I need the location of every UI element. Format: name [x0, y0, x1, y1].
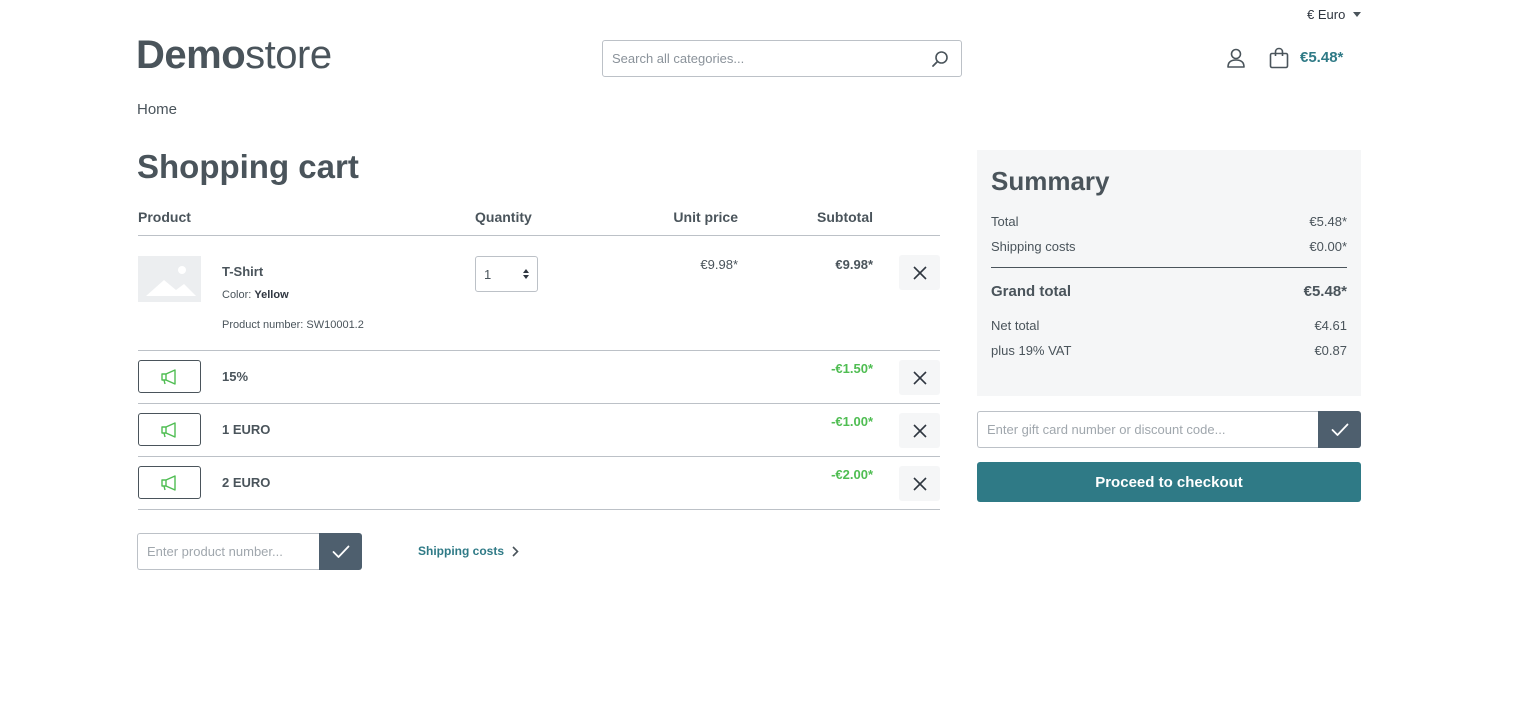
- cart-total[interactable]: €5.48*: [1300, 49, 1343, 66]
- promotion-icon-box: [138, 466, 201, 499]
- promotion-icon-box: [138, 413, 201, 446]
- gift-card-input[interactable]: [977, 411, 1319, 448]
- megaphone-icon: [160, 474, 176, 491]
- product-subtotal: €9.98*: [835, 257, 873, 272]
- divider: [138, 403, 940, 404]
- remove-promotion-button[interactable]: [899, 466, 940, 501]
- promotion-label: 2 EURO: [222, 475, 271, 490]
- checkmark-icon: [1331, 423, 1348, 436]
- megaphone-icon: [160, 368, 176, 385]
- remove-promotion-button[interactable]: [899, 360, 940, 395]
- checkmark-icon: [332, 545, 349, 558]
- logo[interactable]: Demostore: [136, 33, 332, 77]
- divider: [138, 350, 940, 351]
- column-header-quantity: Quantity: [475, 209, 532, 225]
- summary-title: Summary: [991, 166, 1110, 196]
- summary-row-grand-total: Grand total €5.48*: [991, 283, 1347, 300]
- summary-total-value: €5.48*: [1309, 214, 1347, 229]
- promotion-label: 15%: [222, 369, 249, 384]
- product-color-label: Color:: [222, 289, 255, 301]
- search-input[interactable]: [603, 51, 925, 66]
- summary-net-total-label: Net total: [991, 318, 1040, 333]
- cart-icon[interactable]: [1267, 46, 1291, 70]
- summary-row-vat: plus 19% VAT €0.87: [991, 343, 1347, 358]
- logo-bold-text: Demo: [136, 33, 246, 77]
- summary-row-net-total: Net total €4.61: [991, 318, 1347, 333]
- close-icon: [912, 370, 927, 385]
- summary-divider: [991, 267, 1347, 268]
- account-icon[interactable]: [1224, 46, 1248, 70]
- promotion-amount: -€1.00*: [831, 414, 873, 429]
- promotion-amount: -€1.50*: [831, 361, 873, 376]
- column-header-product: Product: [138, 209, 191, 225]
- summary-vat-value: €0.87: [1314, 343, 1347, 358]
- logo-light-text: store: [245, 33, 332, 77]
- summary-shipping-label: Shipping costs: [991, 239, 1076, 254]
- close-icon: [912, 423, 927, 438]
- add-product-button[interactable]: [319, 533, 362, 570]
- select-arrows-icon: [523, 269, 529, 279]
- summary-shipping-value: €0.00*: [1309, 239, 1347, 254]
- summary-net-total-value: €4.61: [1314, 318, 1347, 333]
- promotion-amount: -€2.00*: [831, 467, 873, 482]
- chevron-right-icon: [512, 545, 519, 557]
- proceed-to-checkout-button[interactable]: Proceed to checkout: [977, 462, 1361, 502]
- page-title: Shopping cart: [137, 148, 359, 185]
- column-header-unit-price: Unit price: [673, 209, 738, 225]
- search-bar: [602, 40, 962, 77]
- remove-promotion-button[interactable]: [899, 413, 940, 448]
- shipping-costs-link[interactable]: Shipping costs: [418, 544, 519, 558]
- summary-grand-total-value: €5.48*: [1303, 283, 1347, 300]
- summary-vat-label: plus 19% VAT: [991, 343, 1072, 358]
- quantity-select[interactable]: 1: [475, 256, 538, 292]
- summary-row-total: Total €5.48*: [991, 214, 1347, 229]
- currency-selector[interactable]: € Euro: [1307, 7, 1362, 22]
- apply-code-button[interactable]: [1318, 411, 1361, 448]
- divider: [138, 235, 940, 236]
- product-color-value: Yellow: [254, 289, 289, 301]
- product-unit-price: €9.98*: [700, 257, 738, 272]
- breadcrumb-home[interactable]: Home: [137, 101, 177, 118]
- search-icon[interactable]: [925, 44, 955, 74]
- product-number: Product number: SW10001.2: [222, 319, 364, 331]
- divider: [138, 509, 940, 510]
- shipping-costs-label: Shipping costs: [418, 544, 505, 558]
- product-name[interactable]: T-Shirt: [222, 264, 263, 279]
- caret-down-icon: [1353, 12, 1362, 17]
- summary-grand-total-label: Grand total: [991, 283, 1072, 300]
- quantity-value: 1: [484, 266, 492, 282]
- summary-row-shipping: Shipping costs €0.00*: [991, 239, 1347, 254]
- close-icon: [912, 476, 927, 491]
- divider: [138, 456, 940, 457]
- close-icon: [912, 265, 927, 280]
- promotion-label: 1 EURO: [222, 422, 271, 437]
- megaphone-icon: [160, 421, 176, 438]
- summary-total-label: Total: [991, 214, 1019, 229]
- column-header-subtotal: Subtotal: [817, 209, 873, 225]
- product-color: Color: Yellow: [222, 289, 289, 301]
- product-image-placeholder[interactable]: [138, 256, 201, 302]
- remove-product-button[interactable]: [899, 255, 940, 290]
- promotion-icon-box: [138, 360, 201, 393]
- product-number-input[interactable]: [137, 533, 320, 570]
- currency-label: € Euro: [1307, 7, 1346, 22]
